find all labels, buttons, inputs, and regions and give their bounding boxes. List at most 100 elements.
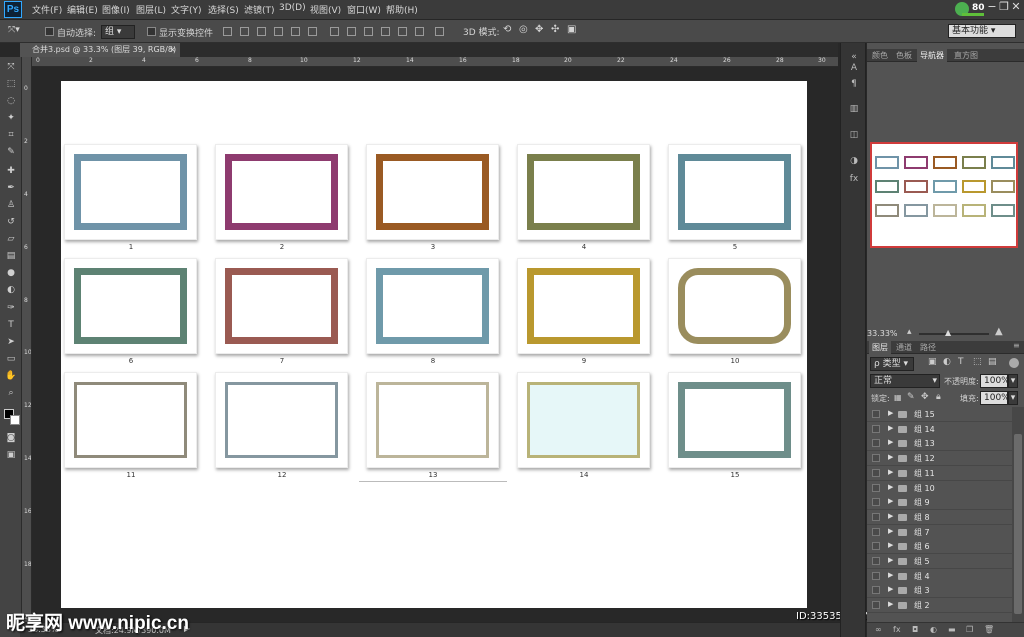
distribute-right-icon[interactable]: [415, 27, 424, 36]
navigator-preview[interactable]: [870, 142, 1018, 248]
expand-group-icon[interactable]: ▶: [888, 556, 893, 564]
lock-all-icon[interactable]: 🔒︎: [936, 392, 941, 402]
tab-color[interactable]: 颜色: [869, 49, 891, 62]
filter-pixel-icon[interactable]: ▣: [928, 357, 937, 367]
distribute-left-icon[interactable]: [381, 27, 390, 36]
show-transform-checkbox[interactable]: [147, 27, 156, 36]
opacity-dropdown-arrow-icon[interactable]: ▾: [1008, 374, 1018, 388]
expand-group-icon[interactable]: ▶: [888, 424, 893, 432]
frame-thumbnail[interactable]: [668, 144, 801, 240]
expand-group-icon[interactable]: ▶: [888, 409, 893, 417]
align-top-icon[interactable]: [223, 27, 232, 36]
link-layers-icon[interactable]: ∞: [875, 625, 882, 634]
frame-thumbnail[interactable]: [668, 258, 801, 354]
lock-image-icon[interactable]: ✎: [907, 392, 915, 402]
layer-row[interactable]: ▶ 组 5: [867, 554, 1012, 569]
menu-3d[interactable]: 3D(D): [279, 3, 306, 13]
frame-thumbnail[interactable]: [366, 258, 499, 354]
frame-thumbnail[interactable]: [215, 258, 348, 354]
dodge-tool-icon[interactable]: ◐: [4, 284, 18, 297]
tab-paths[interactable]: 路径: [917, 341, 939, 354]
brush-tool-icon[interactable]: ✒: [4, 182, 18, 195]
layer-filter-dropdown[interactable]: ρ 类型 ▾: [870, 357, 914, 371]
align-hcenter-icon[interactable]: [291, 27, 300, 36]
filter-type-icon[interactable]: T: [958, 357, 964, 367]
distribute-vcenter-icon[interactable]: [347, 27, 356, 36]
blur-tool-icon[interactable]: ●: [4, 267, 18, 280]
layer-row[interactable]: ▶ 组 8: [867, 509, 1012, 525]
filter-smart-object-icon[interactable]: ▤: [988, 357, 997, 367]
visibility-toggle-icon[interactable]: [872, 468, 880, 477]
expand-group-icon[interactable]: ▶: [888, 438, 893, 446]
new-layer-icon[interactable]: ❐: [966, 625, 973, 634]
auto-align-icon[interactable]: [435, 27, 444, 36]
character-panel-icon[interactable]: A: [848, 62, 860, 74]
zoom-in-icon[interactable]: ▲: [995, 326, 1003, 337]
move-tool-icon[interactable]: ⤧: [4, 61, 18, 74]
layer-row[interactable]: ▶ 组 6: [867, 539, 1012, 555]
close-window-icon[interactable]: ✕: [1009, 0, 1023, 14]
distribute-top-icon[interactable]: [330, 27, 339, 36]
layers-scrollbar-thumb[interactable]: [1014, 434, 1022, 614]
document-tab[interactable]: 合并3.psd @ 33.3% (图层 39, RGB/8) * ×: [20, 43, 180, 68]
menu-filter[interactable]: 滤镜(T): [244, 3, 275, 16]
zoom-slider[interactable]: [919, 333, 989, 335]
layer-row[interactable]: ▶ 组 11: [867, 465, 1012, 481]
background-color-swatch[interactable]: [10, 415, 20, 425]
frame-thumbnail[interactable]: [215, 144, 348, 240]
visibility-toggle-icon[interactable]: [872, 512, 880, 521]
layer-row[interactable]: ▶ 组 15: [867, 407, 1012, 422]
layer-row[interactable]: ▶ 组 10: [867, 480, 1012, 496]
lock-position-icon[interactable]: ✥: [921, 392, 929, 402]
expand-group-icon[interactable]: ▶: [888, 497, 893, 505]
hand-tool-icon[interactable]: ✋: [4, 370, 18, 383]
frame-thumbnail[interactable]: [215, 372, 348, 468]
layer-row[interactable]: ▶ 组 12: [867, 451, 1012, 467]
fill-input[interactable]: 100%: [980, 391, 1010, 405]
visibility-toggle-icon[interactable]: [872, 557, 880, 565]
healing-brush-tool-icon[interactable]: ✚: [4, 165, 18, 178]
expand-group-icon[interactable]: ▶: [888, 527, 893, 535]
styles-panel-icon[interactable]: fx: [848, 173, 860, 185]
shape-tool-icon[interactable]: ▭: [4, 353, 18, 366]
layer-row[interactable]: ▶ 组 9: [867, 495, 1012, 511]
align-right-icon[interactable]: [308, 27, 317, 36]
visibility-toggle-icon[interactable]: [872, 571, 880, 580]
expand-group-icon[interactable]: ▶: [888, 585, 893, 593]
lock-transparent-icon[interactable]: ▦: [894, 393, 902, 402]
frame-thumbnail[interactable]: [668, 372, 801, 468]
menu-view[interactable]: 视图(V): [310, 3, 341, 16]
lasso-tool-icon[interactable]: ◌: [4, 95, 18, 108]
history-brush-tool-icon[interactable]: ↺: [4, 216, 18, 229]
visibility-toggle-icon[interactable]: [872, 424, 880, 433]
zoom-slider-handle-icon[interactable]: ▲: [945, 328, 951, 337]
align-bottom-icon[interactable]: [257, 27, 266, 36]
filter-toggle-icon[interactable]: [1009, 358, 1019, 368]
properties-panel-icon[interactable]: ◫: [848, 129, 860, 141]
frame-thumbnail[interactable]: [366, 372, 499, 468]
visibility-toggle-icon[interactable]: [872, 601, 880, 610]
visibility-toggle-icon[interactable]: [872, 586, 880, 595]
adjustments-panel-icon[interactable]: ◑: [848, 155, 860, 167]
quick-mask-icon[interactable]: ◙: [4, 432, 18, 445]
layer-row[interactable]: ▶ 组 7: [867, 524, 1012, 540]
menu-layer[interactable]: 图层(L): [136, 3, 166, 16]
close-tab-icon[interactable]: ×: [169, 43, 176, 57]
quick-select-tool-icon[interactable]: ✦: [4, 112, 18, 125]
tab-layers[interactable]: 图层: [869, 341, 891, 354]
expand-group-icon[interactable]: ▶: [888, 512, 893, 520]
fill-dropdown-arrow-icon[interactable]: ▾: [1008, 391, 1018, 405]
frame-thumbnail[interactable]: [517, 144, 650, 240]
filter-shape-icon[interactable]: ⬚: [973, 357, 982, 367]
history-panel-icon[interactable]: ▥: [848, 103, 860, 115]
menu-select[interactable]: 选择(S): [208, 3, 239, 16]
expand-group-icon[interactable]: ▶: [888, 600, 893, 608]
frame-thumbnail[interactable]: [517, 258, 650, 354]
menu-help[interactable]: 帮助(H): [386, 3, 418, 16]
visibility-toggle-icon[interactable]: [872, 439, 880, 448]
crop-tool-icon[interactable]: ⌗: [4, 129, 18, 142]
expand-group-icon[interactable]: ▶: [888, 483, 893, 491]
3d-roll-icon[interactable]: ◎: [519, 24, 528, 35]
align-vcenter-icon[interactable]: [240, 27, 249, 36]
zoom-out-icon[interactable]: ▴: [907, 327, 912, 337]
